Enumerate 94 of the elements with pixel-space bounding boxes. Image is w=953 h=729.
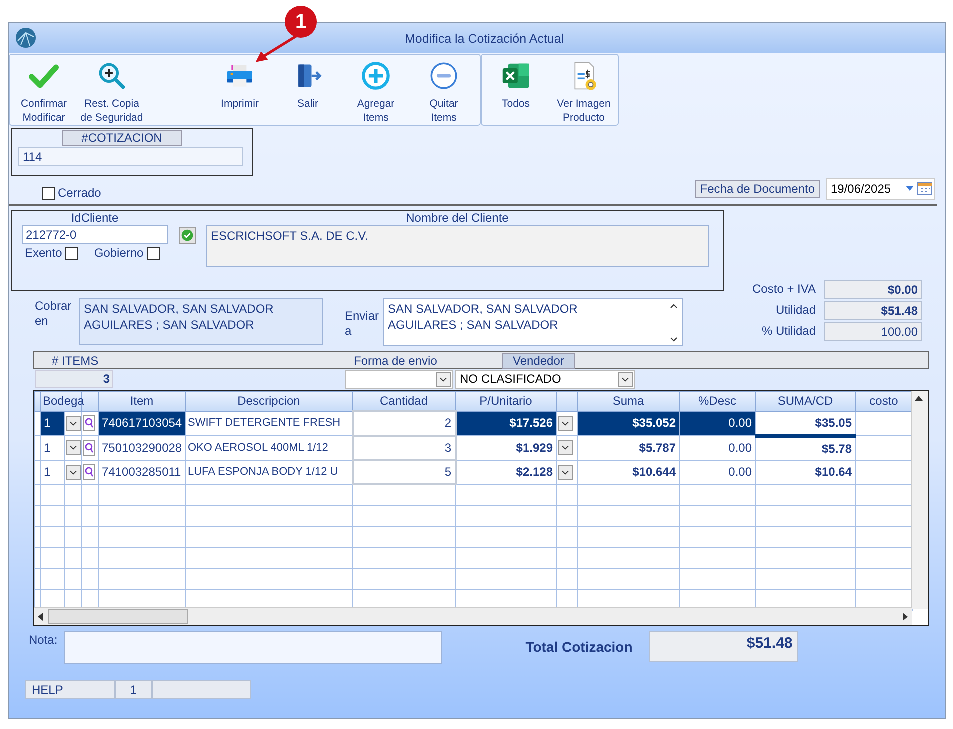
date-field[interactable]: 19/06/2025 <box>826 178 935 200</box>
date-label: Fecha de Documento <box>695 180 820 198</box>
dropdown-icon[interactable] <box>558 440 573 456</box>
field-label: Nombre del Cliente <box>406 211 509 225</box>
quote-number-field[interactable]: 114 <box>18 147 243 166</box>
table-cell: $5.78 <box>756 436 856 460</box>
closed-checkbox[interactable]: Cerrado <box>42 186 102 200</box>
dropdown-icon <box>618 372 633 386</box>
table-cell: 0.00 <box>680 460 756 484</box>
calendar-dropdown-icon <box>904 182 934 196</box>
table-cell: $10.64 <box>756 460 856 484</box>
column-header[interactable]: SUMA/CD <box>756 392 856 411</box>
total-value: $0.00 <box>824 280 922 298</box>
minus-circle-icon <box>429 61 459 91</box>
column-header[interactable]: P/Unitario <box>456 392 556 411</box>
shipping-label: Forma de envio <box>354 354 438 368</box>
dropdown-icon[interactable] <box>558 416 573 431</box>
check-circle-icon[interactable] <box>179 227 196 244</box>
table-cell: $2.128 <box>456 460 556 484</box>
total-label: Total Cotizacion <box>526 639 633 655</box>
total-label: Costo + IVA <box>752 282 816 296</box>
status-cell: 1 <box>115 680 152 699</box>
table-row[interactable]: 1 741003285011 LUFA ESPONJA BODY 1/12 U 5 $2.128 $10.644 0.00 $10.64 <box>34 460 912 484</box>
total-label: Utilidad <box>774 303 816 317</box>
table-cell: $17.526 <box>456 411 556 436</box>
search-icon[interactable] <box>83 440 95 456</box>
toolbar-button[interactable]: Quitar Items <box>410 55 478 125</box>
column-header[interactable]: Cantidad <box>352 392 456 411</box>
total-label: % Utilidad <box>760 324 816 338</box>
table-cell: $35.05 <box>756 411 856 436</box>
exempt-checkbox[interactable]: Exento <box>25 246 78 260</box>
government-checkbox[interactable]: Gobierno <box>94 246 160 260</box>
table-cell: 741003285011 <box>98 460 186 484</box>
shipping-address-field[interactable]: SAN SALVADOR, SAN SALVADOR AGUILARES ; SAN SALVADOR <box>383 298 683 346</box>
field-label: Enviar a <box>345 309 380 339</box>
window-title: Modifica la Cotización Actual <box>405 32 564 46</box>
toolbar-button[interactable]: Confirmar Modificar <box>10 55 78 125</box>
toolbar-button[interactable]: Rest. Copia de Seguridad <box>78 55 146 125</box>
table-cell: 1 <box>40 436 64 460</box>
scroll-thumb[interactable] <box>48 609 188 624</box>
field-label: #COTIZACION <box>62 130 182 146</box>
seller-dropdown[interactable]: NO CLASIFICADO <box>455 370 635 388</box>
client-name-field[interactable]: ESCRICHSOFT S.A. DE C.V. <box>206 225 709 267</box>
quantity-field[interactable]: 3 <box>352 436 456 460</box>
items-count: 3 <box>35 370 113 388</box>
dropdown-icon[interactable] <box>558 464 573 480</box>
field-label: Cobrar en <box>34 299 73 329</box>
note-label: Nota: <box>29 633 58 647</box>
total-value: 100.00 <box>824 322 922 340</box>
quantity-field[interactable]: 2 <box>352 411 456 436</box>
table-cell: 1 <box>40 411 64 436</box>
seller-label: Vendedor <box>502 353 576 369</box>
table-cell: 750103290028 <box>98 436 186 460</box>
spreadsheet-icon <box>501 61 531 91</box>
table-cell: 0.00 <box>680 436 756 460</box>
toolbar-button[interactable]: Agregar Items <box>342 55 410 125</box>
dropdown-icon[interactable] <box>66 440 80 456</box>
search-icon[interactable] <box>83 415 95 432</box>
shipping-dropdown[interactable] <box>345 370 453 388</box>
toolbar-button[interactable]: Todos <box>482 55 550 125</box>
column-header[interactable]: Suma <box>578 392 680 411</box>
total-value: $51.48 <box>648 631 798 662</box>
table-cell: 740617103054 <box>98 411 186 436</box>
table-cell: 1 <box>40 460 64 484</box>
table-row[interactable]: 1 740617103054 SWIFT DETERGENTE FRESH 2 $17.526 $35.052 0.00 $35.05 <box>34 411 912 436</box>
toolbar-button[interactable]: Ver Imagen Producto <box>550 55 618 125</box>
column-header[interactable]: Descripcion <box>186 392 352 411</box>
total-value: $51.48 <box>824 300 922 320</box>
billing-address-field[interactable]: SAN SALVADOR, SAN SALVADOR AGUILARES ; SAN SALVADOR <box>79 298 323 345</box>
toolbar-button[interactable]: Salir <box>274 55 342 125</box>
table-row[interactable]: 1 750103290028 OKO AEROSOL 400ML 1/12 3 $1.929 $5.787 0.00 $5.78 <box>34 436 912 460</box>
vertical-scrollbar[interactable] <box>911 391 928 609</box>
column-header[interactable]: costo <box>856 392 912 411</box>
search-icon[interactable] <box>83 464 95 480</box>
dropdown-icon <box>436 372 451 386</box>
note-field[interactable] <box>64 631 442 664</box>
globe-icon <box>15 27 37 49</box>
dropdown-icon[interactable] <box>66 464 80 480</box>
horizontal-scrollbar[interactable] <box>34 607 912 625</box>
table-cell: $1.929 <box>456 436 556 460</box>
column-header[interactable]: %Desc <box>680 392 756 411</box>
table-cell: $10.644 <box>578 460 680 484</box>
plus-circle-icon <box>361 61 391 91</box>
magnifier-plus-icon <box>97 61 127 91</box>
table-cell: 0.00 <box>680 411 756 436</box>
field-label: IdCliente <box>71 211 119 225</box>
quantity-field[interactable]: 5 <box>352 460 456 484</box>
dropdown-icon[interactable] <box>66 416 80 431</box>
table-cell: $5.787 <box>578 436 680 460</box>
table-cell: $35.052 <box>578 411 680 436</box>
column-header[interactable]: Item <box>98 392 186 411</box>
items-label: # ITEMS <box>52 354 99 368</box>
client-id-field[interactable]: 212772-0 <box>22 225 168 244</box>
status-cell: HELP <box>25 680 115 699</box>
